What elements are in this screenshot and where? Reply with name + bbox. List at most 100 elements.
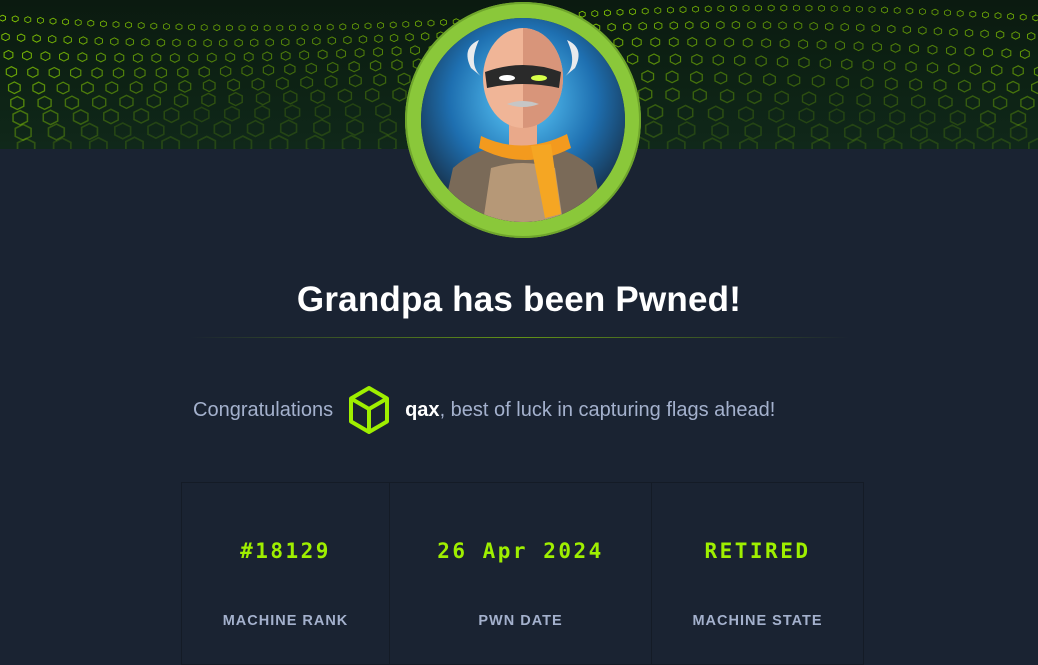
- banner-cube: [938, 94, 953, 110]
- banner-cube: [59, 51, 69, 62]
- banner-cube: [747, 20, 756, 30]
- banner-cube: [377, 134, 397, 149]
- congrats-message: Congratulations qax , best of luck in ca…: [193, 385, 775, 435]
- banner-cube: [667, 6, 674, 14]
- banner-cube: [310, 89, 325, 104]
- banner-cube: [906, 7, 914, 15]
- banner-cube: [203, 38, 212, 48]
- banner-cube: [389, 21, 397, 29]
- banner-cube: [716, 20, 725, 30]
- banner-cube: [0, 14, 6, 22]
- banner-cube: [243, 51, 254, 62]
- banner-cube: [1028, 137, 1038, 149]
- banner-cube: [226, 24, 233, 32]
- banner-cube: [668, 37, 679, 47]
- banner-cube: [742, 4, 750, 12]
- username-link[interactable]: qax: [405, 399, 439, 422]
- banner-cube: [835, 40, 845, 51]
- banner-cube: [163, 23, 170, 30]
- banner-cube: [343, 35, 352, 45]
- banner-cube: [225, 52, 236, 63]
- banner-cube: [685, 21, 694, 30]
- banner-cube: [747, 89, 762, 105]
- banner-cube: [927, 44, 938, 55]
- cube-icon: [347, 385, 391, 435]
- banner-cube: [919, 109, 936, 126]
- banner-cube: [616, 8, 624, 16]
- banner-cube: [933, 27, 943, 36]
- banner-cube: [811, 74, 825, 88]
- banner-cube: [836, 75, 850, 89]
- banner-cube: [980, 29, 989, 39]
- banner-cube: [755, 4, 762, 12]
- banner-cube: [301, 24, 309, 32]
- stat-machine-state: RETIRED MACHINE STATE: [652, 482, 864, 665]
- banner-cube: [943, 124, 961, 142]
- banner-cube: [420, 32, 430, 41]
- banner-cube: [324, 75, 338, 89]
- banner-cube: [188, 52, 199, 63]
- banner-cube: [775, 137, 795, 149]
- banner-cube: [317, 49, 328, 60]
- banner-cube: [281, 37, 290, 47]
- banner-cube: [856, 23, 865, 32]
- banner-cube: [853, 41, 864, 52]
- banner-cube: [700, 20, 709, 30]
- banner-cube: [156, 38, 166, 47]
- banner-cube: [881, 6, 888, 14]
- banner-cube: [373, 47, 383, 57]
- banner-cube: [926, 62, 939, 74]
- banner-cube: [847, 138, 867, 149]
- banner-cube: [202, 79, 216, 93]
- banner-cube: [180, 120, 198, 139]
- banner-cube: [931, 8, 939, 16]
- banner-cube: [11, 15, 19, 23]
- banner-cube: [1011, 31, 1020, 40]
- banner-cube: [326, 23, 334, 31]
- banner-cube: [641, 7, 649, 15]
- banner-cube: [369, 60, 382, 72]
- banner-cube: [305, 62, 317, 75]
- banner-cube: [132, 52, 143, 63]
- banner-cube: [173, 93, 189, 108]
- banner-cube: [1006, 80, 1020, 94]
- banner-cube: [87, 19, 95, 27]
- banner-cube: [251, 77, 265, 91]
- banner-cube: [678, 121, 696, 139]
- banner-cube: [410, 45, 420, 56]
- banner-cube: [110, 37, 119, 46]
- banner-cube: [150, 22, 158, 30]
- banner-cube: [74, 19, 82, 27]
- banner-cube: [810, 123, 829, 141]
- banner-cube: [402, 20, 410, 28]
- banner-cube: [761, 38, 772, 49]
- banner-cube: [862, 59, 874, 71]
- banner-cube: [1019, 13, 1027, 21]
- banner-cube: [946, 45, 956, 56]
- banner-cube: [1020, 95, 1035, 111]
- banner-cube: [964, 46, 975, 57]
- banner-cube: [868, 6, 876, 14]
- banner-cube: [992, 95, 1008, 111]
- banner-cube: [163, 107, 180, 124]
- banner-cube: [798, 39, 809, 50]
- banner-cube: [859, 108, 875, 125]
- banner-cube: [768, 106, 785, 123]
- banner-cube: [141, 38, 150, 47]
- banner-cube: [79, 36, 88, 45]
- banner-cube: [793, 21, 803, 30]
- banner-cube: [283, 90, 298, 105]
- banner-cube: [767, 4, 775, 12]
- banner-cube: [188, 23, 195, 31]
- stat-pwn-date: 26 Apr 2024 PWN DATE: [390, 482, 652, 665]
- banner-cube: [62, 18, 69, 26]
- banner-cube: [798, 107, 815, 124]
- banner-cube: [280, 50, 291, 61]
- banner-cube: [178, 79, 192, 93]
- stat-label: MACHINE RANK: [222, 613, 349, 629]
- banner-cube: [254, 104, 271, 122]
- banner-cube: [365, 87, 380, 103]
- banner-cube: [223, 105, 240, 122]
- banner-cube: [375, 102, 392, 119]
- banner-cube: [957, 79, 971, 93]
